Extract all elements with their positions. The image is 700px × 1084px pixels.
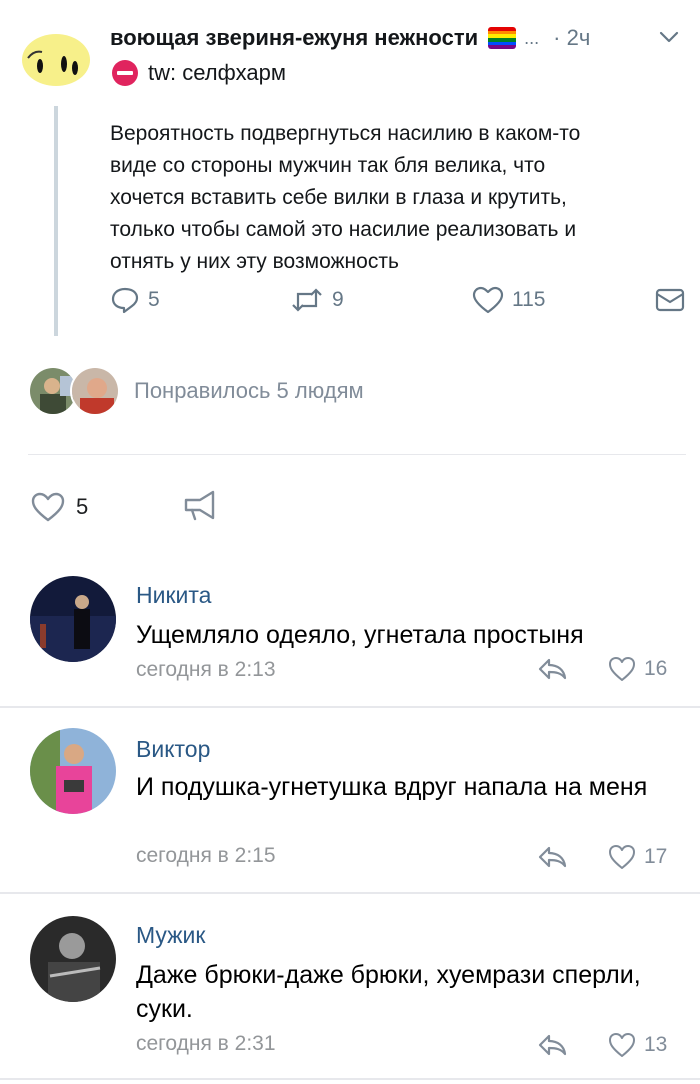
comment-like-button[interactable]: 13 — [608, 1032, 667, 1058]
name-ellipsis: ... — [524, 27, 540, 48]
comment-author-avatar[interactable] — [30, 728, 116, 814]
tweet-author-avatar[interactable] — [20, 28, 92, 88]
comment-like-count: 13 — [644, 1033, 668, 1056]
divider — [28, 454, 686, 455]
reply-arrow-icon[interactable] — [536, 1032, 568, 1058]
comment-author-avatar[interactable] — [30, 916, 116, 1002]
tweet-reply-button[interactable]: 5 — [110, 286, 160, 314]
tweet-retweet-button[interactable]: 9 — [290, 286, 344, 314]
comment-author-avatar[interactable] — [30, 576, 116, 662]
reply-arrow-icon[interactable] — [536, 844, 568, 870]
liked-by-row[interactable]: Понравилось 5 людям — [28, 364, 364, 418]
tweet-header: воющая звериня-ежуня нежности ... · 2ч — [110, 18, 680, 58]
comment-like-button[interactable]: 17 — [608, 844, 667, 870]
reply-icon — [111, 287, 139, 314]
heart-icon — [472, 286, 504, 314]
rainbow-flag-icon — [488, 27, 517, 49]
divider — [0, 706, 700, 708]
chevron-down-icon[interactable] — [658, 26, 680, 48]
comment-text: Ущемляло одеяло, угнетала простыня — [136, 621, 584, 649]
tweet-like-button[interactable]: 115 — [472, 286, 545, 314]
post-share-button[interactable] — [182, 488, 218, 527]
tweet-author-name[interactable]: воющая звериня-ежуня нежности — [110, 25, 478, 51]
heart-icon — [31, 492, 65, 522]
heart-icon — [609, 657, 635, 681]
divider — [0, 892, 700, 894]
tweet-reply-count: 5 — [148, 288, 160, 311]
comment-author-name[interactable]: Никита — [136, 582, 211, 609]
tweet-time[interactable]: · 2ч — [553, 25, 590, 51]
post-like-button[interactable]: 5 — [30, 488, 88, 526]
dm-envelope-icon — [655, 288, 685, 312]
retweet-icon — [292, 288, 322, 312]
comment-like-button[interactable]: 16 — [608, 656, 667, 682]
comment-author-name[interactable]: Виктор — [136, 736, 210, 763]
comment-item: Мужик Даже брюки-даже брюки, хуемрази сп… — [0, 912, 700, 1072]
heart-icon — [609, 1033, 635, 1057]
reply-arrow-icon[interactable] — [536, 656, 568, 682]
divider — [0, 1078, 700, 1080]
thread-line — [54, 106, 58, 336]
comment-like-count: 16 — [644, 657, 668, 680]
liked-by-text: Понравилось 5 людям — [134, 378, 364, 403]
comment-item: Виктор И подушка-угнетушка вдруг напала … — [0, 726, 700, 894]
comment-item: Никита Ущемляло одеяло, угнетала простын… — [0, 574, 700, 708]
comment-text: И подушка-угнетушка вдруг напала на меня — [136, 773, 648, 801]
liker-avatar[interactable] — [70, 366, 120, 416]
comment-date[interactable]: сегодня в 2:15 — [136, 844, 276, 868]
comment-like-count: 17 — [644, 845, 668, 868]
tweet-actions: 5 9 115 — [110, 286, 690, 320]
no-entry-icon — [112, 60, 138, 86]
comment-date[interactable]: сегодня в 2:31 — [136, 1032, 276, 1056]
comment-date[interactable]: сегодня в 2:13 — [136, 658, 276, 682]
trigger-warning-text: tw: селфхарм — [148, 60, 287, 85]
share-icon — [184, 490, 215, 521]
tweet-body: Вероятность подвергнуться насилию в како… — [110, 122, 581, 273]
trigger-warning: tw: селфхарм — [112, 60, 286, 86]
embedded-tweet: воющая звериня-ежуня нежности ... · 2ч t… — [0, 0, 700, 345]
comment-author-name[interactable]: Мужик — [136, 922, 205, 949]
post-like-count: 5 — [76, 494, 89, 519]
tweet-retweet-count: 9 — [332, 288, 344, 311]
tweet-dm-button[interactable] — [654, 286, 694, 314]
tweet-like-count: 115 — [512, 288, 546, 311]
heart-icon — [609, 845, 635, 869]
comment-text: Даже брюки-даже брюки, хуемрази сперли, … — [136, 961, 641, 1023]
